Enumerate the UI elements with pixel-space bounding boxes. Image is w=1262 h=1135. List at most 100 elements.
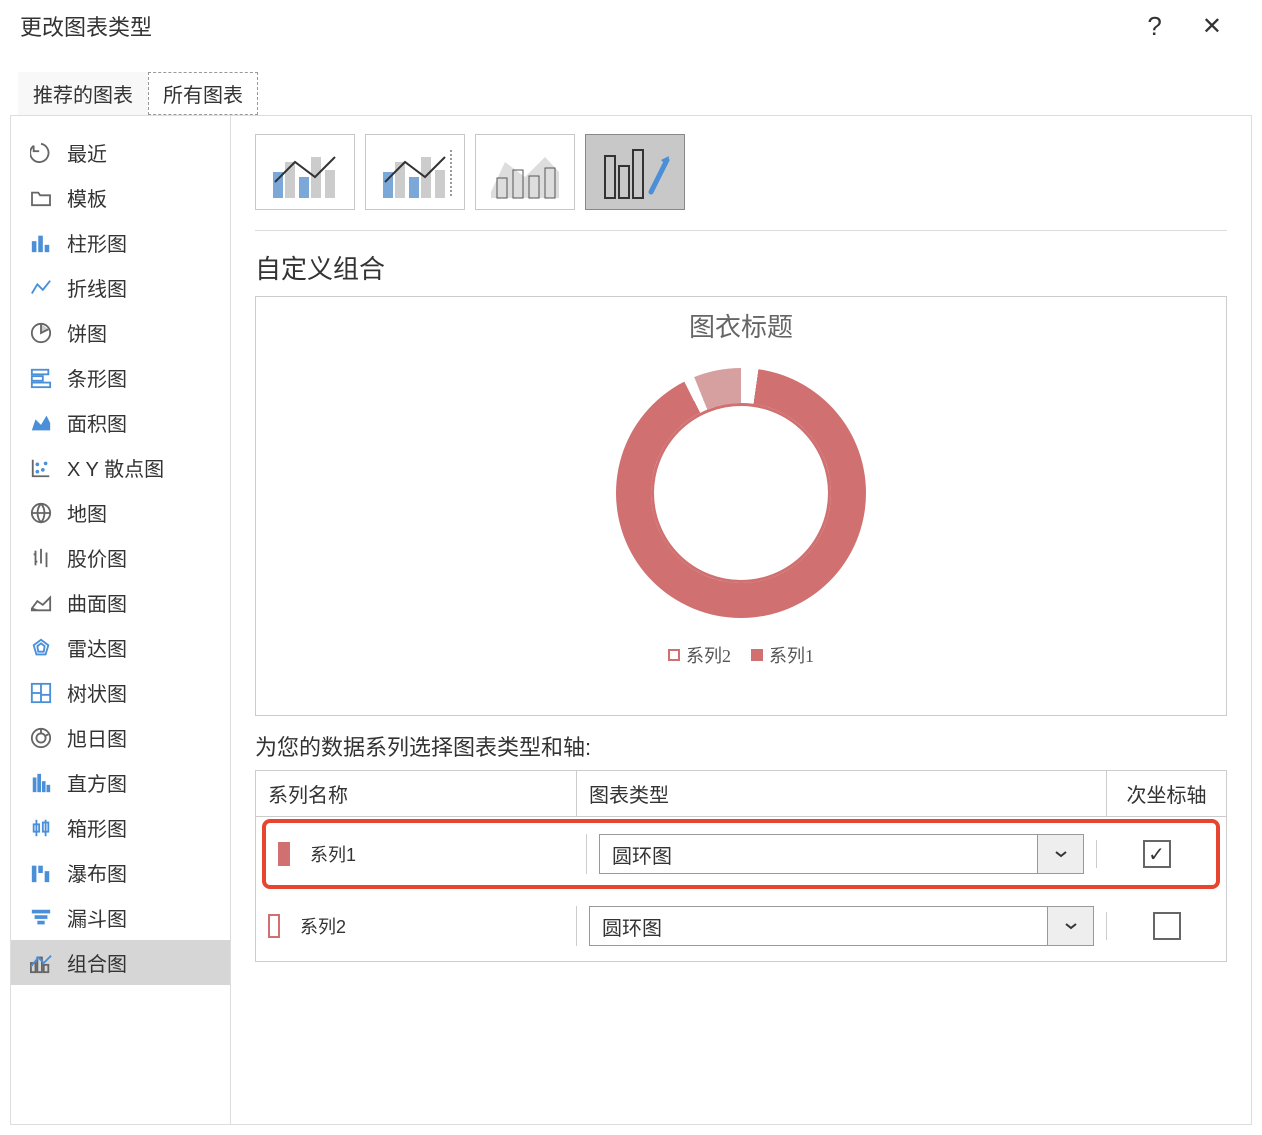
main-panel: 自定义组合 图衣标题 系列2 系列1: [231, 116, 1251, 1124]
legend-swatch-icon: [668, 649, 680, 661]
sidebar-item-label: 组合图: [67, 948, 127, 977]
series-row-1: 系列1 圆环图: [262, 819, 1220, 889]
sidebar-item-label: 旭日图: [67, 723, 127, 752]
scatter-chart-icon: [29, 456, 53, 480]
legend-swatch-icon: [751, 649, 763, 661]
combo-chart-icon: [29, 951, 53, 975]
chart-type-dropdown[interactable]: 圆环图: [589, 906, 1094, 946]
sidebar-item-line[interactable]: 折线图: [11, 265, 230, 310]
sidebar-item-box[interactable]: 箱形图: [11, 805, 230, 850]
sidebar-item-label: 条形图: [67, 363, 127, 392]
box-plot-icon: [29, 816, 53, 840]
chevron-down-icon: [1047, 907, 1093, 945]
sidebar-item-bar[interactable]: 条形图: [11, 355, 230, 400]
legend-item-series2: 系列2: [668, 642, 731, 668]
histogram-icon: [29, 771, 53, 795]
table-header: 系列名称 图表类型 次坐标轴: [256, 771, 1226, 817]
radar-chart-icon: [29, 636, 53, 660]
sidebar-item-histogram[interactable]: 直方图: [11, 760, 230, 805]
sidebar-item-waterfall[interactable]: 瀑布图: [11, 850, 230, 895]
sidebar-item-label: 模板: [67, 183, 107, 212]
sidebar-item-combo[interactable]: 组合图: [11, 940, 230, 985]
sidebar-item-label: 面积图: [67, 408, 127, 437]
dropdown-value: 圆环图: [600, 840, 1037, 869]
titlebar: 更改图表类型 ? ✕: [0, 0, 1262, 52]
funnel-icon: [29, 906, 53, 930]
sidebar-item-scatter[interactable]: X Y 散点图: [11, 445, 230, 490]
chart-legend: 系列2 系列1: [668, 642, 814, 668]
close-button[interactable]: ✕: [1182, 12, 1242, 41]
sidebar-item-treemap[interactable]: 树状图: [11, 670, 230, 715]
header-series-name: 系列名称: [256, 771, 576, 816]
header-chart-type: 图表类型: [576, 771, 1106, 816]
chart-subtype-row: [255, 134, 1227, 231]
pie-chart-icon: [29, 321, 53, 345]
sidebar-item-column[interactable]: 柱形图: [11, 220, 230, 265]
sidebar-item-surface[interactable]: 曲面图: [11, 580, 230, 625]
sidebar-item-sunburst[interactable]: 旭日图: [11, 715, 230, 760]
folder-icon: [29, 186, 53, 210]
bar-chart-icon: [29, 366, 53, 390]
chart-preview[interactable]: 图衣标题 系列2 系列1: [255, 296, 1227, 716]
sidebar-item-label: 漏斗图: [67, 903, 127, 932]
stock-chart-icon: [29, 546, 53, 570]
line-chart-icon: [29, 276, 53, 300]
secondary-axis-checkbox[interactable]: [1143, 840, 1171, 868]
legend-label: 系列1: [769, 642, 814, 668]
donut-chart: [616, 368, 866, 618]
chart-type-dropdown[interactable]: 圆环图: [599, 834, 1084, 874]
window-title: 更改图表类型: [20, 10, 152, 42]
map-icon: [29, 501, 53, 525]
series-row-2: 系列2 圆环图: [256, 891, 1226, 961]
sidebar-item-label: 地图: [67, 498, 107, 527]
secondary-axis-checkbox[interactable]: [1153, 912, 1181, 940]
legend-item-series1: 系列1: [751, 642, 814, 668]
sidebar-item-label: X Y 散点图: [67, 453, 164, 482]
sidebar-item-label: 箱形图: [67, 813, 127, 842]
sidebar-item-label: 饼图: [67, 318, 107, 347]
help-button[interactable]: ?: [1127, 11, 1181, 42]
header-secondary-axis: 次坐标轴: [1106, 771, 1226, 816]
subtype-custom-combo[interactable]: [585, 134, 685, 210]
series-name-label: 系列1: [310, 841, 356, 867]
recent-icon: [29, 141, 53, 165]
subtype-clustered-column-line-secondary[interactable]: [365, 134, 465, 210]
waterfall-icon: [29, 861, 53, 885]
sidebar-item-radar[interactable]: 雷达图: [11, 625, 230, 670]
treemap-icon: [29, 681, 53, 705]
sidebar-item-template[interactable]: 模板: [11, 175, 230, 220]
sidebar-item-map[interactable]: 地图: [11, 490, 230, 535]
chart-category-sidebar: 最近 模板 柱形图 折线图 饼图 条形图: [11, 116, 231, 1124]
sunburst-icon: [29, 726, 53, 750]
sidebar-item-label: 直方图: [67, 768, 127, 797]
sidebar-item-label: 折线图: [67, 273, 127, 302]
sidebar-item-label: 股价图: [67, 543, 127, 572]
tab-all[interactable]: 所有图表: [148, 72, 258, 115]
series-color-swatch: [268, 914, 280, 938]
sidebar-item-area[interactable]: 面积图: [11, 400, 230, 445]
chevron-down-icon: [1037, 835, 1083, 873]
sidebar-item-label: 曲面图: [67, 588, 127, 617]
series-color-swatch: [278, 842, 290, 866]
tab-bar: 推荐的图表 所有图表: [0, 72, 1262, 115]
section-title: 自定义组合: [255, 249, 1227, 286]
subtype-stacked-area-column[interactable]: [475, 134, 575, 210]
sidebar-item-stock[interactable]: 股价图: [11, 535, 230, 580]
instruction-label: 为您的数据系列选择图表类型和轴:: [255, 730, 1227, 762]
legend-label: 系列2: [686, 642, 731, 668]
sidebar-item-recent[interactable]: 最近: [11, 130, 230, 175]
dropdown-value: 圆环图: [590, 912, 1047, 941]
sidebar-item-label: 柱形图: [67, 228, 127, 257]
tab-recommended[interactable]: 推荐的图表: [18, 72, 148, 115]
surface-chart-icon: [29, 591, 53, 615]
sidebar-item-pie[interactable]: 饼图: [11, 310, 230, 355]
subtype-clustered-column-line[interactable]: [255, 134, 355, 210]
sidebar-item-label: 雷达图: [67, 633, 127, 662]
sidebar-item-funnel[interactable]: 漏斗图: [11, 895, 230, 940]
series-config-table: 系列名称 图表类型 次坐标轴 系列1 圆环图: [255, 770, 1227, 962]
sidebar-item-label: 最近: [67, 138, 107, 167]
sidebar-item-label: 树状图: [67, 678, 127, 707]
sidebar-item-label: 瀑布图: [67, 858, 127, 887]
column-chart-icon: [29, 231, 53, 255]
area-chart-icon: [29, 411, 53, 435]
